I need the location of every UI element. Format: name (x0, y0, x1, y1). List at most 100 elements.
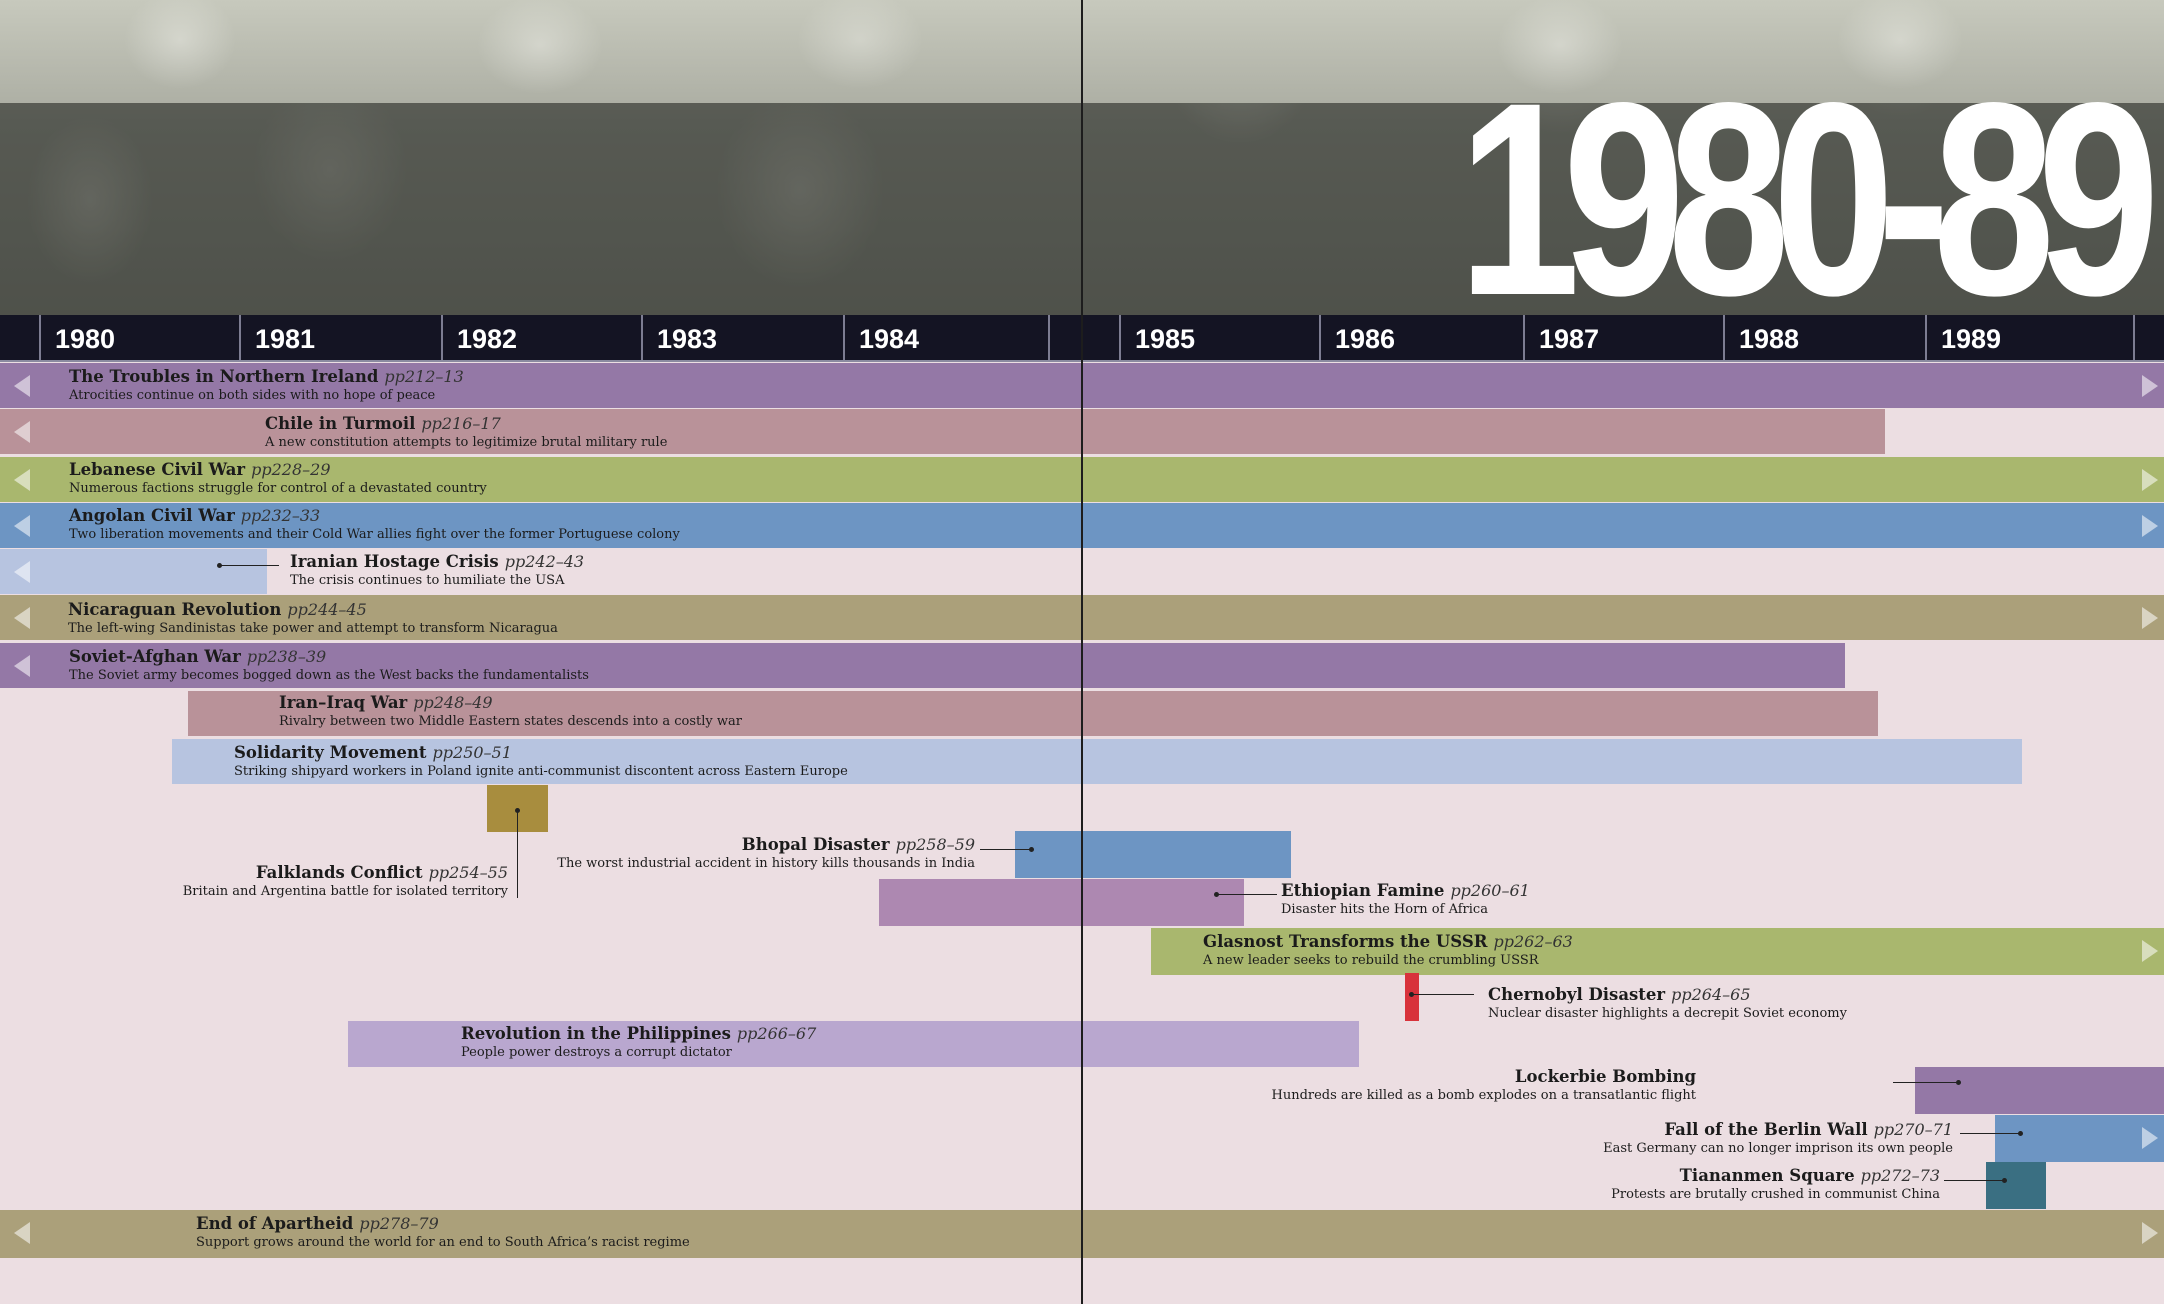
leader-line (1216, 894, 1277, 895)
year-label: 1987 (1523, 315, 1723, 360)
leader-line (219, 565, 279, 566)
event-desc: Atrocities continue on both sides with n… (69, 388, 436, 403)
continues-before-arrow-icon (14, 421, 30, 443)
event-title: Revolution in the Philippines (461, 1024, 731, 1043)
leader-dot (2002, 1178, 2007, 1183)
leader-line (980, 849, 1031, 850)
event-bar-bhopal (1015, 831, 1291, 878)
event-pages: pp242–43 (504, 552, 585, 571)
event-title: Solidarity Movement (234, 743, 427, 762)
event-desc: The left-wing Sandinistas take power and… (68, 621, 558, 636)
leader-line (517, 810, 518, 898)
event-pages: pp254–55 (428, 863, 508, 882)
event-desc: Rivalry between two Middle Eastern state… (279, 714, 742, 729)
event-label: Fall of the Berlin Wall pp270–71 East Ger… (1603, 1120, 1953, 1157)
event-desc: The worst industrial accident in history… (557, 856, 975, 871)
event-desc: The Soviet army becomes bogged down as t… (69, 668, 589, 683)
year-label: 1982 (441, 315, 641, 360)
event-label: Bhopal Disaster pp258–59 The worst indust… (557, 835, 975, 872)
event-label: Lebanese Civil War pp228–29 Numerous fact… (69, 460, 487, 497)
event-label: The Troubles in Northern Ireland pp212–13… (69, 367, 464, 404)
event-title: Falklands Conflict (255, 863, 423, 882)
continues-before-arrow-icon (14, 1222, 30, 1244)
continues-before-arrow-icon (14, 655, 30, 677)
year-label: 1988 (1723, 315, 1925, 360)
event-title: Angolan Civil War (69, 506, 235, 525)
event-desc: Striking shipyard workers in Poland igni… (234, 764, 848, 779)
event-label: Solidarity Movement pp250–51 Striking shi… (234, 743, 848, 780)
event-pages: pp272–73 (1860, 1166, 1940, 1185)
event-title: Lebanese Civil War (69, 460, 246, 479)
event-title: Bhopal Disaster (741, 835, 890, 854)
event-bar-lockerbie (1915, 1067, 2164, 1114)
event-desc: A new leader seeks to rebuild the crumbl… (1203, 953, 1539, 968)
continues-before-arrow-icon (14, 607, 30, 629)
event-title: Glasnost Transforms the USSR (1203, 932, 1488, 951)
event-label: Tiananmen Square pp272–73 Protests are br… (1611, 1166, 1940, 1203)
event-pages: pp260–61 (1450, 881, 1530, 900)
event-pages: pp232–33 (240, 506, 321, 525)
leader-line (1411, 994, 1474, 995)
event-pages: pp258–59 (895, 835, 975, 854)
continues-after-arrow-icon (2142, 1127, 2158, 1149)
event-label: Lockerbie Bombing Hundreds are killed as… (1272, 1067, 1697, 1104)
event-desc: Protests are brutally crushed in communi… (1611, 1187, 1940, 1202)
year-divider (2133, 315, 2164, 360)
event-bar-chernobyl (1405, 973, 1419, 1021)
event-pages: pp264–65 (1671, 985, 1751, 1004)
event-label: Falklands Conflict pp254–55 Britain and A… (183, 863, 508, 900)
event-desc: East Germany can no longer imprison its … (1603, 1141, 1953, 1156)
event-label: Glasnost Transforms the USSR pp262–63 A n… (1203, 932, 1573, 969)
leader-line (1960, 1133, 2020, 1134)
event-pages: pp250–51 (432, 743, 512, 762)
event-pages: pp238–39 (246, 647, 327, 666)
leader-line (1944, 1180, 2004, 1181)
year-label: 1980 (39, 315, 239, 360)
year-divider (1048, 315, 1073, 360)
event-pages: pp216–17 (421, 414, 501, 433)
event-title: Lockerbie Bombing (1514, 1067, 1696, 1086)
event-title: Nicaraguan Revolution (68, 600, 282, 619)
event-label: Chile in Turmoil pp216–17 A new constitut… (265, 414, 667, 451)
event-desc: Britain and Argentina battle for isolate… (182, 884, 508, 899)
event-desc: Numerous factions struggle for control o… (69, 481, 487, 496)
continues-after-arrow-icon (2142, 607, 2158, 629)
event-desc: People power destroys a corrupt dictator (461, 1045, 732, 1060)
event-pages: pp212–13 (384, 367, 464, 386)
year-label: 1986 (1319, 315, 1523, 360)
event-pages: pp270–71 (1873, 1120, 1953, 1139)
event-title: End of Apartheid (196, 1214, 354, 1233)
leader-line (1893, 1082, 1958, 1083)
continues-after-arrow-icon (2142, 469, 2158, 491)
event-pages: pp262–63 (1493, 932, 1573, 951)
event-label: Chernobyl Disaster pp264–65 Nuclear disas… (1488, 985, 1847, 1022)
continues-before-arrow-icon (14, 375, 30, 397)
event-desc: Two liberation movements and their Cold … (69, 527, 680, 542)
event-title: Tiananmen Square (1679, 1166, 1855, 1185)
event-label: Iran–Iraq War pp248–49 Rivalry between tw… (279, 693, 742, 730)
event-desc: A new constitution attempts to legitimiz… (265, 435, 668, 450)
year-label: 1985 (1119, 315, 1319, 360)
continues-after-arrow-icon (2142, 1222, 2158, 1244)
event-title: Chernobyl Disaster (1488, 985, 1666, 1004)
event-label: Iranian Hostage Crisis pp242–43 The crisi… (290, 552, 584, 589)
event-label: Soviet-Afghan War pp238–39 The Soviet arm… (69, 647, 589, 684)
continues-after-arrow-icon (2142, 375, 2158, 397)
event-bar-tiananmen (1986, 1162, 2046, 1209)
year-label: 1981 (239, 315, 441, 360)
event-pages: pp266–67 (736, 1024, 817, 1043)
year-label: 1989 (1925, 315, 2133, 360)
leader-dot (1029, 847, 1034, 852)
event-title: The Troubles in Northern Ireland (69, 367, 379, 386)
continues-after-arrow-icon (2142, 515, 2158, 537)
continues-before-arrow-icon (14, 515, 30, 537)
continues-before-arrow-icon (14, 469, 30, 491)
event-bar-ethiopian-famine (879, 879, 1244, 926)
event-label: Nicaraguan Revolution pp244–45 The left-w… (68, 600, 558, 637)
decade-title: 1980-89 (1457, 46, 2160, 353)
event-title: Iran–Iraq War (279, 693, 408, 712)
leader-dot (2018, 1131, 2023, 1136)
event-desc: Hundreds are killed as a bomb explodes o… (1271, 1088, 1697, 1103)
leader-dot (1956, 1080, 1961, 1085)
event-desc: The crisis continues to humiliate the US… (290, 573, 565, 588)
